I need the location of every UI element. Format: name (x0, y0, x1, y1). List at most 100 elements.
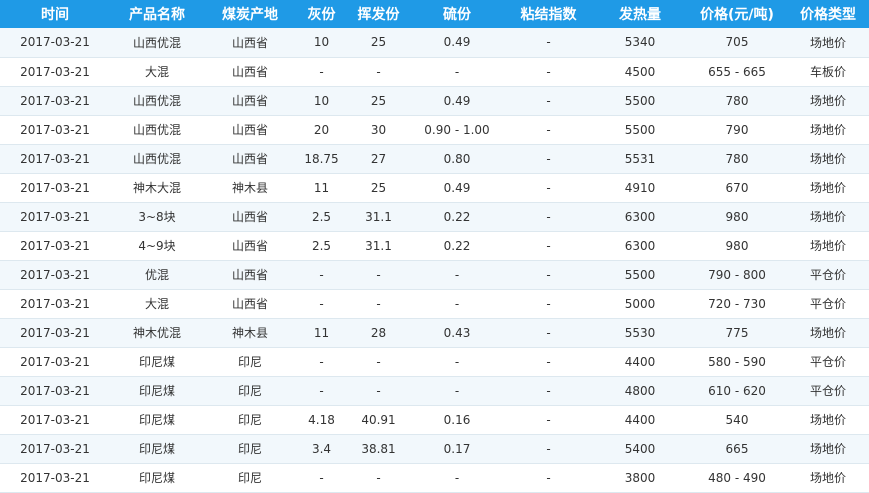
price-cell: 580 - 590 (687, 347, 787, 377)
price-type-cell: 车板价 (787, 57, 869, 87)
price-type-cell: 场地价 (787, 28, 869, 58)
origin-cell: 山西省 (204, 144, 296, 174)
table-row[interactable]: 2017-03-21 印尼煤 印尼 3.4 38.81 0.17-5400 665 场地价 (0, 434, 869, 464)
calorific-value-cell: 5000 (593, 289, 687, 319)
table-row[interactable]: 2017-03-21 大混 山西省 - - - -4500 655 - 665 车板价 (0, 57, 869, 87)
caking-index-cell: - (504, 144, 593, 174)
caking-index-cell: - (504, 115, 593, 145)
table-row[interactable]: 2017-03-21 山西优混 山西省 10 25 0.49-5500 780 场地价 (0, 86, 869, 116)
product-name-cell: 优混 (110, 260, 204, 290)
column-header-product-name[interactable]: 产品名称 (110, 0, 204, 28)
ash-cell: 11 (296, 318, 347, 348)
caking-index-cell: - (504, 86, 593, 116)
price-cell: 670 (687, 173, 787, 203)
table-row[interactable]: 2017-03-21 4~9块 山西省 2.5 31.1 0.22-6300 980 场地价 (0, 231, 869, 261)
table-row[interactable]: 2017-03-21 神木优混 神木县 11 28 0.43-5530 775 场地价 (0, 318, 869, 348)
ash-cell: - (296, 57, 347, 87)
volatile-cell: 31.1 (347, 202, 410, 232)
caking-index-cell: - (504, 405, 593, 435)
price-cell: 790 (687, 115, 787, 145)
sulfur-cell: 0.80 (410, 144, 504, 174)
price-cell: 655 - 665 (687, 57, 787, 87)
sulfur-cell: 0.17 (410, 434, 504, 464)
column-header-price-type[interactable]: 价格类型 (787, 0, 869, 28)
volatile-cell: - (347, 376, 410, 406)
table-row[interactable]: 2017-03-21 神木大混 神木县 11 25 0.49-4910 670 场地价 (0, 173, 869, 203)
caking-index-cell: - (504, 28, 593, 58)
table-row[interactable]: 2017-03-21 印尼煤 印尼 - - - -4400 580 - 590 平仓价 (0, 347, 869, 377)
column-header-caking-index[interactable]: 粘结指数 (504, 0, 593, 28)
sulfur-cell: 0.22 (410, 202, 504, 232)
caking-index-cell: - (504, 231, 593, 261)
date-cell: 2017-03-21 (0, 405, 110, 435)
product-name-cell: 4~9块 (110, 231, 204, 261)
calorific-value-cell: 6300 (593, 231, 687, 261)
sulfur-cell: 0.22 (410, 231, 504, 261)
coal-price-table: 时间 产品名称 煤炭产地 灰份 挥发份 硫份 粘结指数 发热量 价格(元/吨) … (0, 0, 869, 493)
calorific-value-cell: 4400 (593, 405, 687, 435)
price-cell: 705 (687, 28, 787, 58)
date-cell: 2017-03-21 (0, 144, 110, 174)
volatile-cell: 25 (347, 173, 410, 203)
price-cell: 610 - 620 (687, 376, 787, 406)
date-cell: 2017-03-21 (0, 347, 110, 377)
ash-cell: - (296, 376, 347, 406)
date-cell: 2017-03-21 (0, 173, 110, 203)
product-name-cell: 印尼煤 (110, 463, 204, 493)
column-header-calorific-value[interactable]: 发热量 (593, 0, 687, 28)
table-row[interactable]: 2017-03-21 印尼煤 印尼 4.18 40.91 0.16-4400 540 场地价 (0, 405, 869, 435)
sulfur-cell: 0.49 (410, 86, 504, 116)
table-row[interactable]: 2017-03-21 优混 山西省 - - - -5500 790 - 800 平仓价 (0, 260, 869, 290)
table-row[interactable]: 2017-03-21 印尼煤 印尼 - - - -4800 610 - 620 平仓价 (0, 376, 869, 406)
price-cell: 980 (687, 231, 787, 261)
ash-cell: - (296, 289, 347, 319)
column-header-price[interactable]: 价格(元/吨) (687, 0, 787, 28)
date-cell: 2017-03-21 (0, 28, 110, 58)
price-type-cell: 场地价 (787, 144, 869, 174)
volatile-cell: - (347, 57, 410, 87)
table-row[interactable]: 2017-03-21 山西优混 山西省 10 25 0.49-5340 705 场地价 (0, 28, 869, 58)
column-header-date[interactable]: 时间 (0, 0, 110, 28)
price-cell: 540 (687, 405, 787, 435)
price-type-cell: 平仓价 (787, 260, 869, 290)
table-row[interactable]: 2017-03-21 3~8块 山西省 2.5 31.1 0.22-6300 980 场地价 (0, 202, 869, 232)
origin-cell: 神木县 (204, 173, 296, 203)
origin-cell: 山西省 (204, 202, 296, 232)
product-name-cell: 山西优混 (110, 28, 204, 58)
product-name-cell: 印尼煤 (110, 434, 204, 464)
date-cell: 2017-03-21 (0, 318, 110, 348)
caking-index-cell: - (504, 57, 593, 87)
sulfur-cell: - (410, 463, 504, 493)
price-cell: 790 - 800 (687, 260, 787, 290)
table-row[interactable]: 2017-03-21 山西优混 山西省 18.75 27 0.80-5531 780 场地价 (0, 144, 869, 174)
column-header-origin[interactable]: 煤炭产地 (204, 0, 296, 28)
table-row[interactable]: 2017-03-21 印尼煤 印尼 - - - -3800 480 - 490 场地价 (0, 463, 869, 493)
volatile-cell: - (347, 347, 410, 377)
table-row[interactable]: 2017-03-21 山西优混 山西省 20 30 0.90 - 1.00-5500 790… (0, 115, 869, 145)
product-name-cell: 神木大混 (110, 173, 204, 203)
sulfur-cell: 0.16 (410, 405, 504, 435)
ash-cell: 20 (296, 115, 347, 145)
price-type-cell: 场地价 (787, 434, 869, 464)
column-header-volatile[interactable]: 挥发份 (347, 0, 410, 28)
calorific-value-cell: 5531 (593, 144, 687, 174)
price-cell: 720 - 730 (687, 289, 787, 319)
volatile-cell: 30 (347, 115, 410, 145)
column-header-sulfur[interactable]: 硫份 (410, 0, 504, 28)
date-cell: 2017-03-21 (0, 202, 110, 232)
ash-cell: - (296, 463, 347, 493)
price-cell: 480 - 490 (687, 463, 787, 493)
caking-index-cell: - (504, 434, 593, 464)
sulfur-cell: 0.49 (410, 173, 504, 203)
volatile-cell: 40.91 (347, 405, 410, 435)
caking-index-cell: - (504, 318, 593, 348)
column-header-ash[interactable]: 灰份 (296, 0, 347, 28)
calorific-value-cell: 5340 (593, 28, 687, 58)
table-row[interactable]: 2017-03-21 大混 山西省 - - - -5000 720 - 730 平仓价 (0, 289, 869, 319)
date-cell: 2017-03-21 (0, 115, 110, 145)
date-cell: 2017-03-21 (0, 231, 110, 261)
ash-cell: - (296, 347, 347, 377)
sulfur-cell: - (410, 376, 504, 406)
origin-cell: 山西省 (204, 231, 296, 261)
volatile-cell: - (347, 463, 410, 493)
